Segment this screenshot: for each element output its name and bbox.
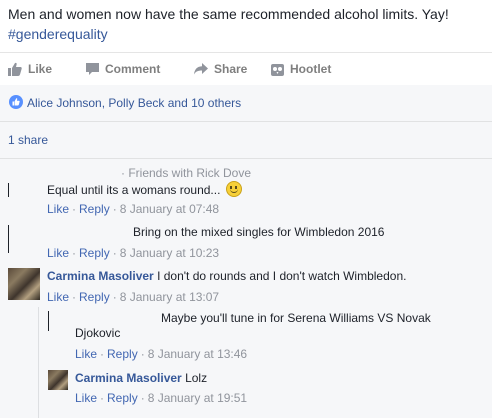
like-button[interactable]: Like [8, 53, 52, 85]
shares-summary: 1 share [0, 122, 492, 159]
comment-button[interactable]: Comment [86, 53, 160, 85]
comment-text: Equal until its a womans round... [47, 183, 221, 197]
comments-panel: Alice Johnson, Polly Beck and 10 others … [0, 85, 492, 418]
share-arrow-icon [194, 63, 208, 75]
comment-meta: Like · Reply · 8 January at 13:07 [47, 290, 219, 304]
share-button-label: Share [214, 62, 248, 76]
hootlet-button-label: Hootlet [290, 62, 332, 76]
smiley-emoji-icon [225, 181, 242, 197]
comment-like-link[interactable]: Like [47, 246, 69, 260]
like-badge-icon [9, 95, 23, 109]
comment-author-link[interactable]: Carmina Masoliver [47, 269, 154, 283]
reply-text-line1: Maybe you'll tune in for Serena Williams… [161, 311, 431, 325]
meta-separator: · [140, 347, 145, 361]
reply-like-link[interactable]: Like [75, 391, 97, 405]
shares-count-link[interactable]: 1 share [8, 133, 48, 147]
post-body: Men and women now have the same recommen… [8, 4, 484, 44]
post-text: Men and women now have the same recommen… [8, 6, 449, 22]
share-button[interactable]: Share [194, 53, 247, 85]
avatar[interactable] [8, 268, 40, 300]
comment-like-link[interactable]: Like [47, 202, 69, 216]
reply-like-link[interactable]: Like [75, 347, 97, 361]
reply-timestamp[interactable]: 8 January at 13:46 [148, 347, 247, 361]
comment-friends-line: · Friends with Rick Dove [121, 166, 251, 180]
friends-with-text: · Friends with Rick Dove [121, 166, 252, 180]
meta-separator: · [72, 246, 77, 260]
comment-text: Bring on the mixed singles for Wimbledon… [133, 225, 385, 239]
reply-author-link[interactable]: Carmina Masoliver [75, 371, 182, 385]
comment-meta: Like · Reply · 8 January at 10:23 [47, 246, 219, 260]
likes-names-link[interactable]: Alice Johnson, Polly Beck and 10 others [27, 96, 241, 110]
post-action-bar: Like Comment Share Hootlet [0, 52, 492, 85]
avatar[interactable] [48, 370, 68, 390]
comment-bubble-icon [86, 62, 99, 75]
reply-meta: Like · Reply · 8 January at 13:46 [75, 347, 247, 361]
comment-meta: Like · Reply · 8 January at 07:48 [47, 202, 219, 216]
reply-meta: Like · Reply · 8 January at 19:51 [75, 391, 247, 405]
reply-text: Lolz [185, 371, 208, 385]
comment-reply-link[interactable]: Reply [79, 246, 110, 260]
comment-text: I don't do rounds and I don't watch Wimb… [157, 269, 407, 283]
comment-button-label: Comment [105, 62, 161, 76]
reply-text-line2: Djokovic [75, 326, 121, 340]
likes-summary: Alice Johnson, Polly Beck and 10 others [0, 85, 492, 122]
comment-body: Carmina Masoliver I don't do rounds and … [47, 269, 406, 283]
meta-separator: · [72, 202, 77, 216]
comment-reply-link[interactable]: Reply [79, 290, 110, 304]
reply-body: Carmina Masoliver Lolz [75, 371, 207, 385]
comment-reply-link[interactable]: Reply [79, 202, 110, 216]
comment-body: Bring on the mixed singles for Wimbledon… [133, 225, 384, 239]
avatar[interactable] [8, 183, 9, 197]
reply-thread-line [38, 307, 39, 418]
avatar[interactable] [48, 311, 49, 331]
avatar[interactable] [8, 225, 9, 253]
meta-separator: · [112, 290, 117, 304]
comment-like-link[interactable]: Like [47, 290, 69, 304]
hootlet-button[interactable]: Hootlet [271, 53, 331, 85]
reply-reply-link[interactable]: Reply [107, 391, 138, 405]
like-button-label: Like [28, 62, 53, 76]
comment-body: Equal until its a womans round... [47, 181, 242, 197]
meta-separator: · [140, 391, 145, 405]
meta-separator: · [112, 246, 117, 260]
comment-timestamp[interactable]: 8 January at 13:07 [120, 290, 219, 304]
reply-body-continued: Djokovic [75, 326, 120, 340]
reply-body: Maybe you'll tune in for Serena Williams… [161, 311, 431, 325]
reply-reply-link[interactable]: Reply [107, 347, 138, 361]
hashtag-link[interactable]: #genderequality [8, 24, 484, 44]
thumbs-up-icon [8, 62, 22, 76]
comment-timestamp[interactable]: 8 January at 10:23 [120, 246, 219, 260]
hootlet-icon [271, 63, 284, 76]
meta-separator: · [112, 202, 117, 216]
meta-separator: · [72, 290, 77, 304]
reply-timestamp[interactable]: 8 January at 19:51 [148, 391, 247, 405]
meta-separator: · [100, 391, 105, 405]
comment-timestamp[interactable]: 8 January at 07:48 [120, 202, 219, 216]
meta-separator: · [100, 347, 105, 361]
